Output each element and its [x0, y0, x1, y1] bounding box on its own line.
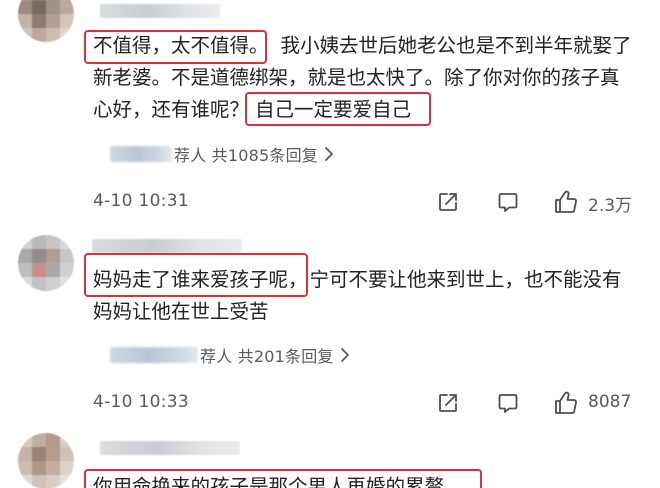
comment-item: 妈妈走了谁来爱孩子呢， 宁可不要让他来到世上，也不能没有 妈妈让他在世上受苦 荐人…	[0, 225, 660, 425]
replier-names-redacted	[110, 347, 198, 363]
comment-item: 不值得，太不值得。 我小姨去世后她老公也是不到半年就娶了 新老婆。不是道德绑架，就…	[0, 0, 660, 225]
comment-icon[interactable]	[494, 188, 522, 216]
comment-meta: 4-10 10:31 2.3万	[0, 188, 660, 218]
comment-text-segment: 心好，还有谁呢？	[93, 98, 250, 121]
username-redacted[interactable]	[100, 441, 240, 455]
comment-text: 不值得，太不值得。 我小姨去世后她老公也是不到半年就娶了 新老婆。不是道德绑架，就…	[93, 30, 632, 126]
comment-feed: 不值得，太不值得。 我小姨去世后她老公也是不到半年就娶了 新老婆。不是道德绑架，就…	[0, 0, 660, 488]
timestamp: 4-10 10:33	[93, 392, 189, 412]
replier-names-redacted	[110, 146, 172, 162]
avatar[interactable]	[18, 235, 74, 291]
comment-text: 妈妈走了谁来爱孩子呢， 宁可不要让他来到世上，也不能没有 妈妈让他在世上受苦	[93, 264, 622, 328]
highlighted-phrase: 妈妈走了谁来爱孩子呢，	[93, 268, 308, 291]
chevron-right-icon	[340, 348, 350, 362]
comment-text-segment: 宁可不要让他来到世上，也不能没有	[309, 268, 622, 291]
reply-count-label: 荐人 共1085条回复	[174, 146, 319, 165]
highlighted-phrase: 不值得，太不值得。	[93, 34, 269, 57]
avatar[interactable]	[18, 433, 74, 488]
share-icon[interactable]	[434, 188, 462, 216]
highlighted-phrase: 你用命换来的孩子是那个男人再婚的累赘	[93, 475, 445, 488]
comment-item: 你用命换来的孩子是那个男人再婚的累赘	[0, 425, 660, 488]
reply-count-label: 荐人 共201条回复	[200, 347, 334, 366]
view-replies-link[interactable]: 荐人 共201条回复	[110, 341, 350, 369]
view-replies-link[interactable]: 荐人 共1085条回复	[110, 140, 334, 168]
username-redacted[interactable]	[92, 239, 242, 253]
comment-text-segment: 我小姨去世后她老公也是不到半年就娶了	[280, 34, 632, 57]
like-count: 2.3万	[588, 196, 633, 216]
share-icon[interactable]	[434, 389, 462, 417]
thumbs-up-icon[interactable]	[552, 389, 580, 417]
like-count: 8087	[588, 392, 632, 412]
thumbs-up-icon[interactable]	[552, 188, 580, 216]
highlighted-phrase: 自己一定要爱自己	[255, 98, 412, 121]
timestamp: 4-10 10:31	[93, 191, 189, 211]
chevron-right-icon	[324, 147, 334, 161]
comment-text-segment: 新老婆。不是道德绑架，就是也太快了。除了你对你的孩子真	[93, 66, 620, 89]
comment-text-segment: 妈妈让他在世上受苦	[93, 300, 269, 323]
comment-meta: 4-10 10:33 8087	[0, 389, 660, 419]
comment-icon[interactable]	[494, 389, 522, 417]
comment-text: 你用命换来的孩子是那个男人再婚的累赘	[93, 471, 444, 488]
username-redacted[interactable]	[100, 4, 220, 18]
avatar[interactable]	[18, 0, 74, 42]
